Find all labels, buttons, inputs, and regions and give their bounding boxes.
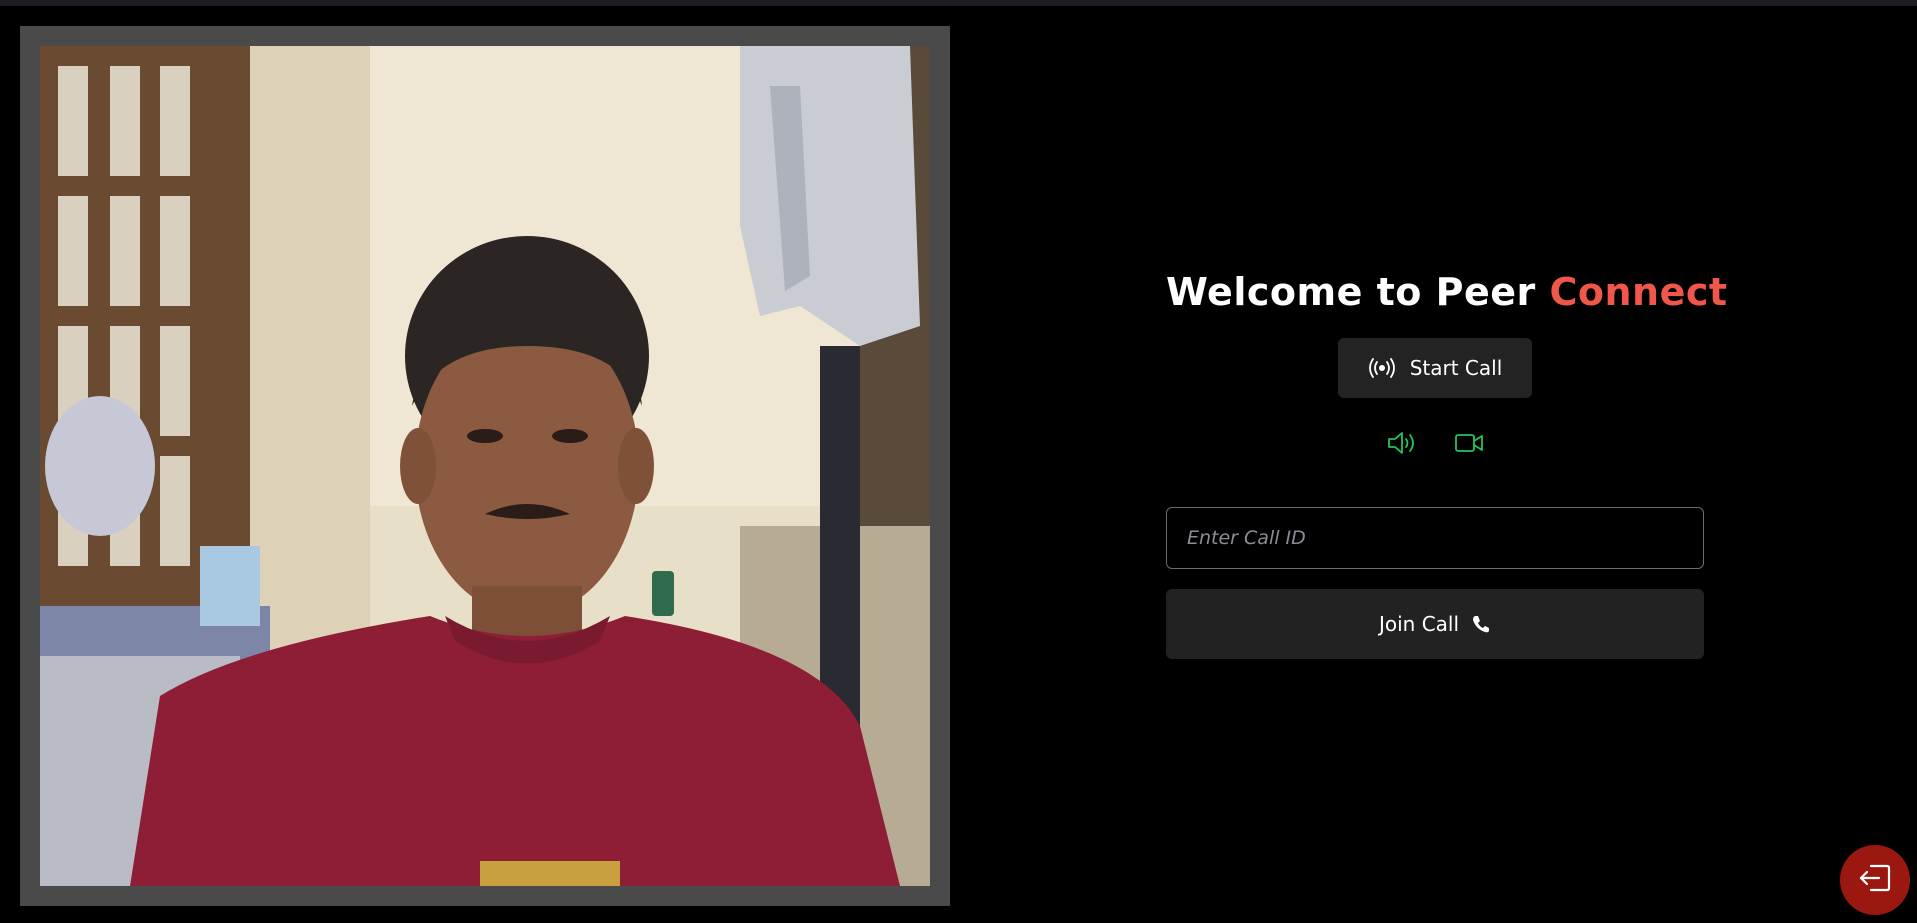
local-video-feed [40, 46, 930, 886]
title-accent: Connect [1549, 270, 1728, 314]
page-title: Welcome to Peer Connect [1166, 270, 1727, 314]
window-top-bar [0, 0, 1917, 6]
call-id-input[interactable] [1166, 507, 1704, 569]
phone-icon [1471, 614, 1491, 634]
start-call-label: Start Call [1409, 356, 1503, 380]
exit-icon [1857, 862, 1893, 898]
video-camera-icon[interactable] [1454, 431, 1484, 455]
start-call-button[interactable]: Start Call [1338, 338, 1532, 398]
speaker-icon[interactable] [1386, 429, 1418, 457]
join-call-label: Join Call [1378, 612, 1460, 636]
camera-preview-image [40, 46, 930, 886]
local-video-frame [20, 26, 950, 906]
media-toggles [1166, 428, 1704, 458]
leave-button[interactable] [1840, 845, 1910, 915]
welcome-panel: Welcome to Peer Connect Start Call Enter… [1166, 270, 1727, 659]
title-main: Welcome to Peer [1166, 270, 1550, 314]
broadcast-icon [1368, 358, 1396, 378]
join-call-button[interactable]: Join Call [1166, 589, 1704, 659]
